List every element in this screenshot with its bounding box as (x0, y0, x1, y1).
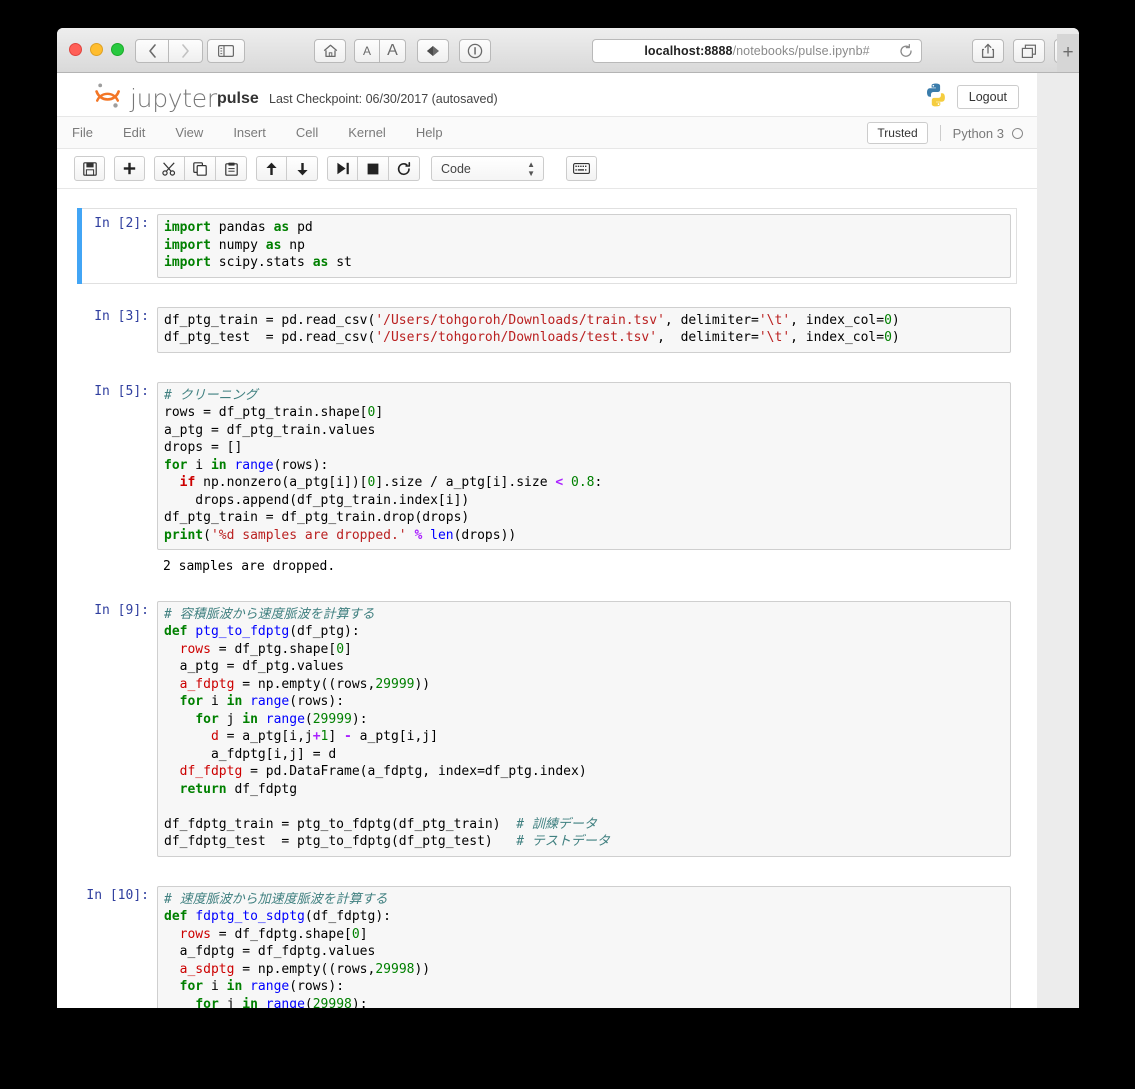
plus-icon[interactable] (114, 156, 145, 181)
text-size-buttons: A A (354, 39, 406, 63)
python-logo (923, 82, 949, 108)
cell-prompt: In [2]: (78, 214, 157, 278)
output-prompt (77, 558, 156, 576)
maximize-window-button[interactable] (111, 43, 124, 56)
chevron-updown-icon: ▲▼ (527, 160, 535, 178)
window-controls (69, 43, 124, 56)
notebook-panel: jupyter pulse Last Checkpoint: 06/30/201… (57, 73, 1037, 1008)
arrow-up-icon[interactable] (256, 156, 287, 181)
text-larger-button[interactable]: A (380, 39, 406, 63)
menu-cell[interactable]: Cell (281, 117, 333, 149)
cell-source: import pandas as pd import numpy as np i… (164, 219, 1004, 272)
cell-source: df_ptg_train = pd.read_csv('/Users/tohgo… (164, 312, 1004, 347)
arrow-down-icon[interactable] (287, 156, 318, 181)
home-icon[interactable] (314, 39, 346, 63)
jupyter-logo[interactable] (94, 82, 122, 109)
menu-view[interactable]: View (160, 117, 218, 149)
command-palette-group (566, 156, 597, 181)
reader-mode-icon[interactable] (417, 39, 449, 63)
new-tab-button[interactable]: + (1057, 34, 1079, 72)
stop-icon[interactable] (358, 156, 389, 181)
paste-icon[interactable] (216, 156, 247, 181)
menubar-status-area: Trusted Python 3 (867, 122, 1023, 144)
cell-prompt: In [5]: (78, 382, 157, 551)
trusted-badge[interactable]: Trusted (867, 122, 927, 144)
jupyter-header: jupyter pulse Last Checkpoint: 06/30/201… (57, 73, 1037, 117)
checkpoint-status: Last Checkpoint: 06/30/2017 (autosaved) (269, 92, 498, 106)
cell-input[interactable]: # 速度脈波から加速度脈波を計算する def fdptg_to_sdptg(df… (157, 886, 1011, 1009)
notebook-name[interactable]: pulse (217, 90, 259, 108)
menu-file[interactable]: File (57, 117, 108, 149)
clipboard-group (154, 156, 247, 181)
tabs-icon[interactable] (1013, 39, 1045, 63)
notebook-toolbar: Code ▲▼ (57, 149, 1037, 189)
cell-prompt: In [3]: (78, 307, 157, 353)
spacer (77, 284, 1017, 301)
cell-source: # 速度脈波から加速度脈波を計算する def fdptg_to_sdptg(df… (164, 891, 1004, 1009)
logout-button[interactable]: Logout (957, 85, 1019, 109)
run-group (327, 156, 420, 181)
menu-edit[interactable]: Edit (108, 117, 160, 149)
spacer (77, 359, 1017, 376)
spacer (77, 578, 1017, 595)
notebook-cell[interactable]: In [9]: # 容積脈波から速度脈波を計算する def ptg_to_fdp… (77, 595, 1017, 863)
cell-input[interactable]: df_ptg_train = pd.read_csv('/Users/tohgo… (157, 307, 1011, 353)
back-button[interactable] (135, 39, 169, 63)
url-path: /notebooks/pulse.ipynb# (733, 44, 870, 58)
address-bar[interactable]: localhost:8888/notebooks/pulse.ipynb# (592, 39, 922, 63)
divider (940, 125, 941, 141)
menu-insert[interactable]: Insert (218, 117, 281, 149)
page-area: jupyter pulse Last Checkpoint: 06/30/201… (57, 73, 1079, 1008)
jupyter-wordmark: jupyter (130, 84, 217, 113)
kernel-name: Python 3 (953, 126, 1004, 141)
insert-group (114, 156, 145, 181)
url-host: localhost:8888 (644, 44, 732, 58)
browser-window: A A localhost:8888/notebooks/pulse.ipynb… (57, 28, 1079, 1008)
save-icon[interactable] (74, 156, 105, 181)
kernel-status-indicator (1012, 128, 1023, 139)
share-icon[interactable] (972, 39, 1004, 63)
cell-input[interactable]: import pandas as pd import numpy as np i… (157, 214, 1011, 278)
notebook-cell[interactable]: In [3]: df_ptg_train = pd.read_csv('/Use… (77, 301, 1017, 359)
reload-icon[interactable] (899, 44, 913, 61)
restart-icon[interactable] (389, 156, 420, 181)
cell-type-value: Code (441, 162, 471, 176)
forward-button[interactable] (169, 39, 203, 63)
cell-list: In [2]: import pandas as pd import numpy… (77, 191, 1017, 1008)
browser-toolbar: A A localhost:8888/notebooks/pulse.ipynb… (57, 28, 1079, 73)
cell-source: # 容積脈波から速度脈波を計算する def ptg_to_fdptg(df_pt… (164, 606, 1004, 851)
url-text: localhost:8888/notebooks/pulse.ipynb# (644, 44, 869, 58)
navigation-buttons (135, 39, 203, 63)
close-window-button[interactable] (69, 43, 82, 56)
cell-input[interactable]: # 容積脈波から速度脈波を計算する def ptg_to_fdptg(df_pt… (157, 601, 1011, 857)
cell-source: # クリーニング rows = df_ptg_train.shape[0] a_… (164, 387, 1004, 545)
notebook-cell[interactable]: In [5]: # クリーニング rows = df_ptg_train.sha… (77, 376, 1017, 557)
password-manager-icon[interactable] (459, 39, 491, 63)
cell-prompt: In [10]: (78, 886, 157, 1009)
notebook-cell[interactable]: In [10]: # 速度脈波から加速度脈波を計算する def fdptg_to… (77, 880, 1017, 1009)
menu-bar: File Edit View Insert Cell Kernel Help T… (57, 117, 1037, 149)
text-smaller-button[interactable]: A (354, 39, 380, 63)
menu-kernel[interactable]: Kernel (333, 117, 401, 149)
spacer (77, 863, 1017, 880)
cell-output: 2 samples are dropped. (77, 556, 1017, 578)
cell-input[interactable]: # クリーニング rows = df_ptg_train.shape[0] a_… (157, 382, 1011, 551)
copy-icon[interactable] (185, 156, 216, 181)
run-icon[interactable] (327, 156, 358, 181)
cell-type-select[interactable]: Code ▲▼ (431, 156, 544, 181)
scissors-icon[interactable] (154, 156, 185, 181)
notebook-body[interactable]: In [2]: import pandas as pd import numpy… (57, 191, 1037, 1008)
cell-prompt: In [9]: (78, 601, 157, 857)
menu-help[interactable]: Help (401, 117, 458, 149)
keyboard-icon[interactable] (566, 156, 597, 181)
save-group (74, 156, 105, 181)
output-text: 2 samples are dropped. (156, 558, 1017, 576)
move-group (256, 156, 318, 181)
sidebar-icon[interactable] (207, 39, 245, 63)
notebook-cell[interactable]: In [2]: import pandas as pd import numpy… (77, 208, 1017, 284)
minimize-window-button[interactable] (90, 43, 103, 56)
